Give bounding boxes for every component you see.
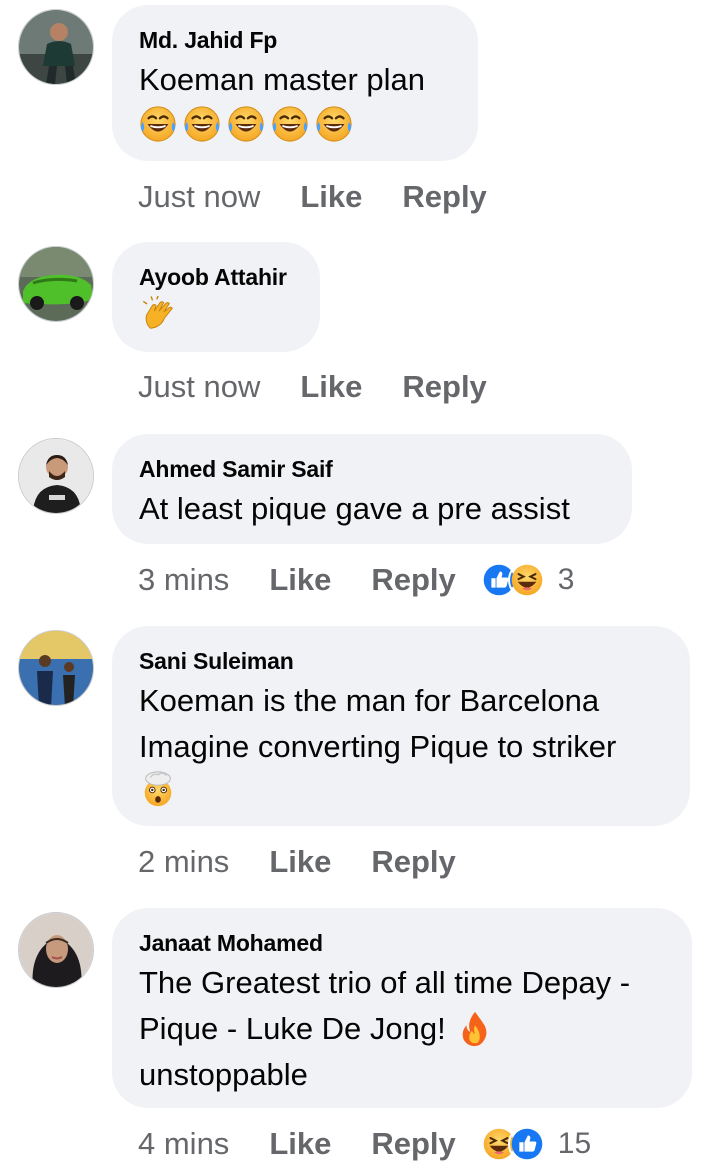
fire-icon: [456, 1010, 494, 1048]
comment-text-line: Pique - Luke De Jong!: [139, 1011, 446, 1046]
comment-bubble: Ahmed Samir Saif At least pique gave a p…: [112, 434, 632, 544]
emoji-row: [139, 296, 292, 336]
comment-text-line: The Greatest trio of all time Depay -: [139, 965, 631, 1000]
commenter-name[interactable]: Ahmed Samir Saif: [139, 454, 604, 484]
commenter-name[interactable]: Md. Jahid Fp: [139, 25, 450, 55]
comment-text-line-with-emoji: Pique - Luke De Jong!: [139, 1006, 664, 1052]
like-button[interactable]: Like: [269, 844, 331, 880]
exploding-head-icon: [139, 770, 177, 808]
emoji-row: [139, 770, 662, 810]
reply-button[interactable]: Reply: [371, 844, 455, 880]
comment-actions: 4 mins Like Reply 15: [138, 1124, 591, 1164]
commenter-name[interactable]: Sani Suleiman: [139, 646, 662, 676]
laughing-tears-icon: [315, 105, 353, 143]
like-reaction-icon: [507, 1125, 546, 1163]
reaction-summary[interactable]: 3: [479, 561, 575, 599]
comment-text-line: Imagine converting Pique to striker: [139, 729, 617, 764]
reaction-count: 15: [557, 1127, 592, 1160]
comment-text-line: Koeman is the man for Barcelona: [139, 683, 600, 718]
comment-item: Ayoob Attahir Just now Like Reply: [0, 242, 720, 412]
like-button[interactable]: Like: [300, 179, 362, 215]
laughing-tears-icon: [139, 105, 177, 143]
avatar[interactable]: [18, 438, 94, 514]
like-button[interactable]: Like: [269, 1126, 331, 1162]
timestamp[interactable]: 3 mins: [138, 562, 229, 598]
like-button[interactable]: Like: [300, 369, 362, 405]
laughing-tears-icon: [271, 105, 309, 143]
reply-button[interactable]: Reply: [371, 1126, 455, 1162]
reply-button[interactable]: Reply: [402, 369, 486, 405]
comment-text-line: unstoppable: [139, 1057, 308, 1092]
comment-actions: 2 mins Like Reply: [138, 842, 456, 882]
commenter-name[interactable]: Janaat Mohamed: [139, 928, 664, 958]
comment-item: Ahmed Samir Saif At least pique gave a p…: [0, 434, 720, 604]
comment-actions: 3 mins Like Reply 3: [138, 560, 574, 600]
timestamp[interactable]: Just now: [138, 179, 260, 215]
haha-reaction-icon: [507, 561, 546, 599]
comment-actions: Just now Like Reply: [138, 177, 487, 217]
avatar[interactable]: [18, 9, 94, 85]
emoji-row: [139, 105, 450, 145]
comment-bubble: Ayoob Attahir: [112, 242, 320, 352]
avatar[interactable]: [18, 246, 94, 322]
comment-text: Koeman master plan: [139, 62, 426, 97]
timestamp[interactable]: 4 mins: [138, 1126, 229, 1162]
comment-actions: Just now Like Reply: [138, 367, 487, 407]
reply-button[interactable]: Reply: [402, 179, 486, 215]
timestamp[interactable]: 2 mins: [138, 844, 229, 880]
comment-bubble: Md. Jahid Fp Koeman master plan: [112, 5, 478, 161]
comment-text: At least pique gave a pre assist: [139, 491, 570, 526]
clapping-hands-icon: [139, 296, 177, 334]
laughing-tears-icon: [227, 105, 265, 143]
comment-item: Md. Jahid Fp Koeman master plan Just now…: [0, 5, 720, 225]
comment-item: Janaat Mohamed The Greatest trio of all …: [0, 908, 720, 1169]
comment-item: Sani Suleiman Koeman is the man for Barc…: [0, 626, 720, 886]
reaction-summary[interactable]: 15: [479, 1125, 592, 1163]
reaction-count: 3: [557, 563, 575, 596]
laughing-tears-icon: [183, 105, 221, 143]
reply-button[interactable]: Reply: [371, 562, 455, 598]
like-button[interactable]: Like: [269, 562, 331, 598]
avatar[interactable]: [18, 630, 94, 706]
comment-bubble: Sani Suleiman Koeman is the man for Barc…: [112, 626, 690, 826]
comment-bubble: Janaat Mohamed The Greatest trio of all …: [112, 908, 692, 1108]
avatar[interactable]: [18, 912, 94, 988]
timestamp[interactable]: Just now: [138, 369, 260, 405]
commenter-name[interactable]: Ayoob Attahir: [139, 262, 292, 292]
